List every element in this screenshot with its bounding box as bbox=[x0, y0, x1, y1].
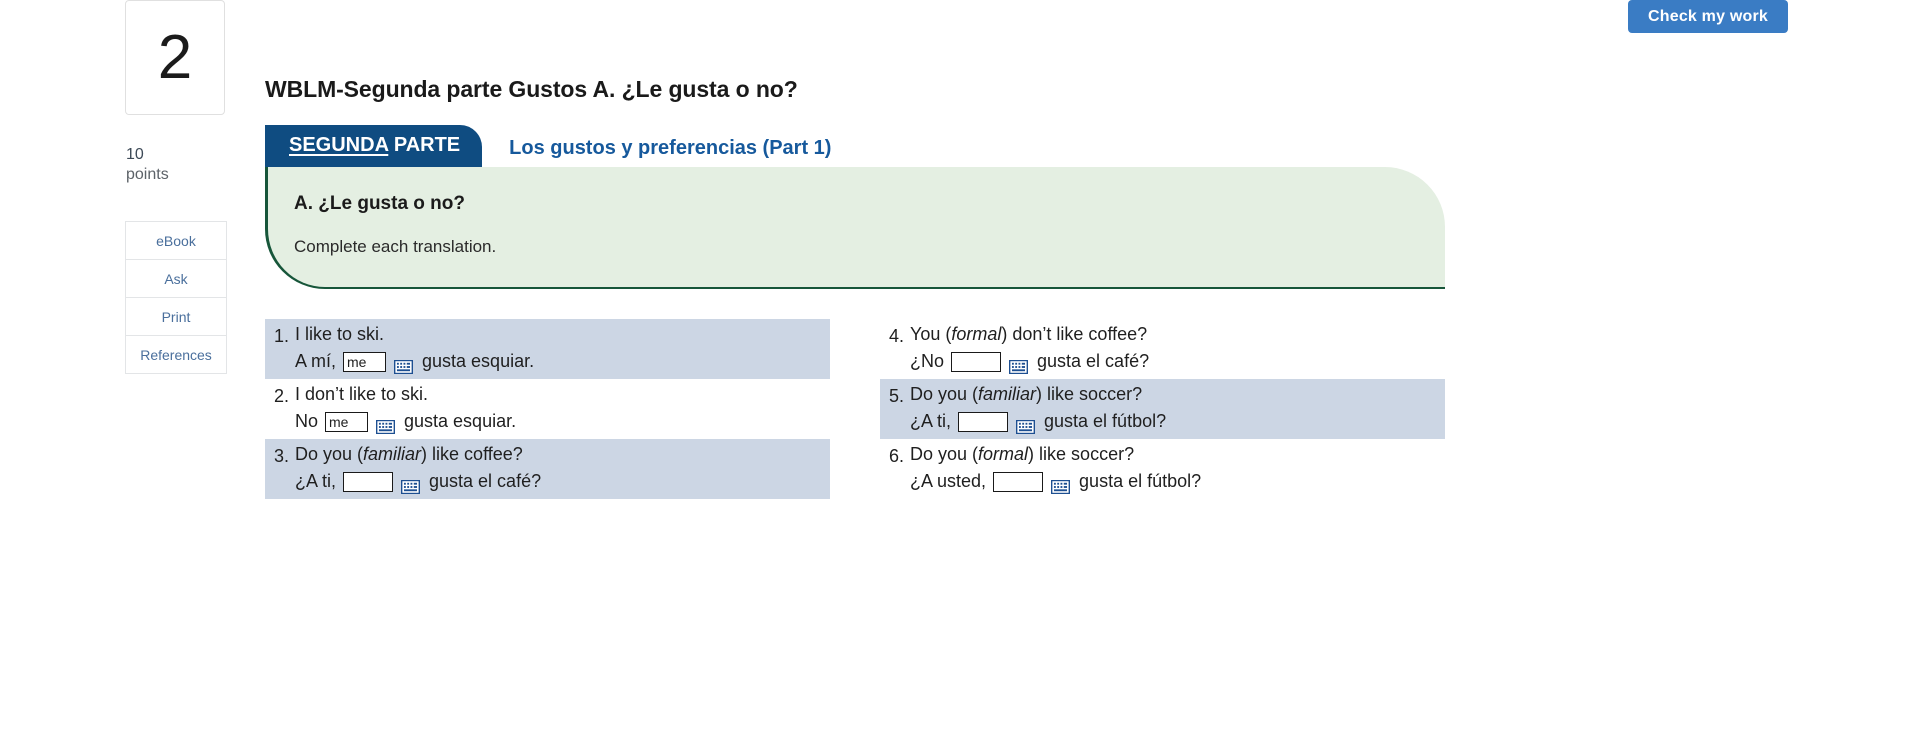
left-rail: 2 10 points eBook Ask Print References bbox=[125, 0, 227, 375]
instruction-title: A. ¿Le gusta o no? bbox=[294, 193, 465, 214]
rail-button-references-label: References bbox=[140, 346, 212, 363]
exercise-item-5-answer-prefix: ¿A ti, bbox=[910, 411, 952, 432]
exercise-item-4-number: 4. bbox=[888, 326, 904, 346]
exercise-item-3-number: 3. bbox=[273, 445, 289, 466]
exercise-item-1-english-pre: I like to ski. bbox=[295, 324, 385, 344]
exercise-item-3-english-italic: familiar bbox=[363, 443, 422, 464]
exercise-item-5-input[interactable] bbox=[958, 412, 1009, 433]
exercise-item-4-english: You (formal) don’t like coffee? bbox=[910, 321, 1445, 347]
exercise-item-6-english: Do you (formal) like soccer? bbox=[910, 441, 1445, 467]
exercise-item-6: 6. Do you (formal) like soccer? ¿A usted… bbox=[880, 439, 1445, 499]
exercise-item-1-answer: A mí, me gusta esquiar. bbox=[295, 348, 830, 376]
exercise-item-5-english: Do you (familiar) like soccer? bbox=[910, 381, 1445, 407]
exercise-item-4-answer: ¿No gusta el café? bbox=[910, 348, 1445, 376]
rail-button-ebook[interactable]: eBook bbox=[126, 222, 226, 261]
exercise-item-5-body: Do you (familiar) like soccer? ¿A ti, gu… bbox=[910, 381, 1445, 436]
exercise-item-2-answer-suffix: gusta esquiar. bbox=[404, 411, 517, 432]
exercise-item-6-number: 6. bbox=[888, 445, 904, 466]
exercise-item-4-english-pre: You ( bbox=[910, 324, 952, 344]
exercise-item-4-body: You (formal) don’t like coffee? ¿No gust… bbox=[910, 321, 1445, 376]
exercise-item-6-input[interactable] bbox=[993, 472, 1044, 492]
exercise-item-1: 1. I like to ski. A mí, me gusta esquiar… bbox=[265, 319, 830, 379]
keyboard-icon[interactable] bbox=[375, 415, 396, 435]
keyboard-icon[interactable] bbox=[1050, 475, 1071, 495]
exercise-item-5-english-post: ) like soccer? bbox=[1036, 383, 1143, 404]
exercise-item-6-body: Do you (formal) like soccer? ¿A usted, g… bbox=[910, 441, 1445, 496]
exercise-item-6-english-pre: Do you ( bbox=[910, 443, 979, 464]
exercise-item-5-english-pre: Do you ( bbox=[910, 383, 979, 404]
exercise-item-2-input[interactable] bbox=[325, 412, 369, 433]
rail-button-print[interactable]: Print bbox=[126, 298, 226, 337]
exercise-item-3-input[interactable] bbox=[343, 472, 394, 492]
exercise-item-3-english: Do you (familiar) like coffee? bbox=[295, 441, 830, 467]
tab-los-gustos-part-1[interactable]: Los gustos y preferencias (Part 1) bbox=[482, 137, 831, 167]
exercise-item-3-english-pre: Do you ( bbox=[295, 443, 364, 464]
exercise-grid: 1. I like to ski. A mí, me gusta esquiar… bbox=[265, 319, 1445, 499]
exercise-item-3-answer: ¿A ti, gusta el café? bbox=[295, 468, 830, 496]
exercise-item-2-answer-prefix: No bbox=[295, 411, 319, 432]
keyboard-icon[interactable] bbox=[400, 475, 421, 495]
exercise-item-4-answer-suffix: gusta el café? bbox=[1037, 351, 1150, 372]
check-my-work-button[interactable]: Check my work bbox=[1628, 0, 1788, 33]
keyboard-icon[interactable] bbox=[1015, 415, 1036, 435]
exercise-item-1-input[interactable] bbox=[343, 352, 387, 373]
exercise-item-4-english-italic: formal bbox=[951, 324, 1002, 344]
exercise-item-2-english: I don’t like to ski. bbox=[295, 381, 830, 407]
tab-bar: SEGUNDA PARTE Los gustos y preferencias … bbox=[265, 125, 1450, 167]
exercise-item-2-english-pre: I don’t like to ski. bbox=[295, 383, 429, 404]
rail-button-print-label: Print bbox=[161, 308, 191, 325]
tab-segunda-parte[interactable]: SEGUNDA PARTE bbox=[265, 125, 483, 167]
exercise-item-6-answer: ¿A usted, gusta el fútbol? bbox=[910, 468, 1445, 496]
exercise-item-2-number: 2. bbox=[273, 385, 289, 406]
rail-button-ask-label: Ask bbox=[164, 270, 188, 287]
question-number: 2 bbox=[157, 22, 193, 92]
exercise-item-5-answer: ¿A ti, gusta el fútbol? bbox=[910, 408, 1445, 436]
exercise-item-1-answer-suffix: gusta esquiar. bbox=[422, 351, 535, 372]
question-number-box: 2 bbox=[125, 0, 225, 115]
rail-button-group: eBook Ask Print References bbox=[125, 221, 227, 375]
points-value: 10 bbox=[126, 146, 144, 163]
rail-button-ebook-label: eBook bbox=[156, 232, 196, 249]
exercise-item-4-input[interactable] bbox=[951, 352, 1002, 373]
exercise-item-3: 3. Do you (familiar) like coffee? ¿A ti, bbox=[265, 438, 830, 499]
exercise-item-4: 4. You (formal) don’t like coffee? ¿No g… bbox=[880, 319, 1445, 379]
exercise-item-1-body: I like to ski. A mí, me gusta esquiar. bbox=[295, 321, 830, 376]
exercise-item-6-english-italic: formal bbox=[978, 443, 1029, 464]
exercise-item-6-english-post: ) like soccer? bbox=[1028, 443, 1135, 464]
instruction-panel: A. ¿Le gusta o no? Complete each transla… bbox=[265, 167, 1445, 289]
exercise-item-1-answer-prefix: A mí, bbox=[295, 351, 337, 372]
exercise-item-3-body: Do you (familiar) like coffee? ¿A ti, gu… bbox=[295, 441, 830, 496]
exercise-item-6-answer-suffix: gusta el fútbol? bbox=[1079, 471, 1202, 492]
exercise-item-5: 5. Do you (familiar) like soccer? ¿A ti, bbox=[880, 378, 1445, 439]
exercise-item-4-english-post: ) don’t like coffee? bbox=[1001, 324, 1148, 344]
tab-segunda-parte-label-rest: PARTE bbox=[388, 134, 461, 156]
tab-los-gustos-part-1-label: Los gustos y preferencias (Part 1) bbox=[509, 137, 832, 159]
tab-segunda-parte-label-underlined: SEGUNDA bbox=[289, 134, 389, 156]
exercise-column-right: 4. You (formal) don’t like coffee? ¿No g… bbox=[880, 319, 1445, 499]
points-display: 10 points bbox=[125, 145, 227, 184]
exercise-item-2-answer: No me gusta esquiar. bbox=[295, 408, 830, 436]
page-title: WBLM-Segunda parte Gustos A. ¿Le gusta o… bbox=[265, 76, 798, 102]
keyboard-icon[interactable] bbox=[393, 355, 414, 375]
exercise-item-5-answer-suffix: gusta el fútbol? bbox=[1044, 411, 1167, 432]
keyboard-icon[interactable] bbox=[1008, 355, 1029, 375]
exercise-item-3-english-post: ) like coffee? bbox=[421, 443, 523, 464]
instruction-subtitle: Complete each translation. bbox=[294, 237, 497, 256]
exercise-item-2: 2. I don’t like to ski. No me gusta esqu… bbox=[265, 379, 830, 439]
page-root: Check my work 2 10 points eBook Ask Prin… bbox=[0, 0, 1920, 733]
exercise-item-3-answer-suffix: gusta el café? bbox=[429, 471, 542, 492]
exercise-item-4-answer-prefix: ¿No bbox=[910, 351, 945, 372]
exercise-column-left: 1. I like to ski. A mí, me gusta esquiar… bbox=[265, 319, 830, 499]
exercise-item-1-number: 1. bbox=[273, 326, 289, 346]
exercise-item-1-english: I like to ski. bbox=[295, 321, 830, 347]
exercise-item-2-body: I don’t like to ski. No me gusta esquiar… bbox=[295, 381, 830, 436]
exercise-item-3-answer-prefix: ¿A ti, bbox=[295, 471, 337, 492]
exercise-item-5-english-italic: familiar bbox=[978, 383, 1037, 404]
rail-button-references[interactable]: References bbox=[126, 336, 226, 375]
exercise-item-6-answer-prefix: ¿A usted, bbox=[910, 471, 987, 492]
exercise-item-5-number: 5. bbox=[888, 385, 904, 406]
rail-button-ask[interactable]: Ask bbox=[126, 260, 226, 299]
points-label: points bbox=[126, 165, 169, 183]
main-content: WBLM-Segunda parte Gustos A. ¿Le gusta o… bbox=[265, 0, 1450, 499]
